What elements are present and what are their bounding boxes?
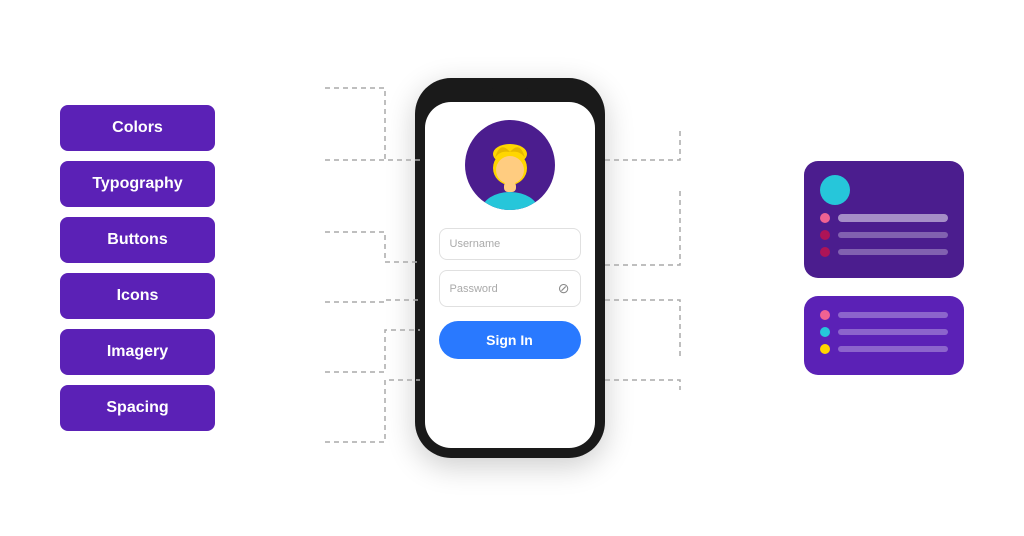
password-input[interactable]: Password ⊘ bbox=[439, 270, 581, 307]
spacing-button[interactable]: Spacing bbox=[60, 385, 215, 431]
username-placeholder: Username bbox=[450, 238, 501, 250]
row-bar-1 bbox=[838, 214, 948, 222]
left-panel: Colors Typography Buttons Icons Imagery … bbox=[60, 105, 215, 431]
teal-dot-c2 bbox=[820, 327, 830, 337]
dark-pink-dot-2 bbox=[820, 247, 830, 257]
password-placeholder: Password bbox=[450, 283, 498, 295]
avatar-illustration bbox=[470, 130, 550, 210]
phone-frame: Username Password ⊘ Sign In bbox=[415, 78, 605, 458]
right-panel bbox=[804, 161, 964, 375]
c2-bar-3 bbox=[838, 346, 948, 352]
row-bar-3 bbox=[838, 249, 948, 255]
pink-dot-c2 bbox=[820, 310, 830, 320]
colors-button[interactable]: Colors bbox=[60, 105, 215, 151]
card1-header-row bbox=[820, 175, 948, 205]
main-container: .dline { stroke: #aaa; stroke-width: 1.5… bbox=[0, 0, 1024, 536]
buttons-button[interactable]: Buttons bbox=[60, 217, 215, 263]
imagery-button[interactable]: Imagery bbox=[60, 329, 215, 375]
phone-notch bbox=[490, 88, 530, 96]
phone-screen: Username Password ⊘ Sign In bbox=[425, 102, 595, 448]
pink-dot-1 bbox=[820, 213, 830, 223]
card2-row-2 bbox=[820, 327, 948, 337]
teal-circle bbox=[820, 175, 850, 205]
sign-in-button[interactable]: Sign In bbox=[439, 321, 581, 359]
card2-row-3 bbox=[820, 344, 948, 354]
c2-bar-1 bbox=[838, 312, 948, 318]
design-card-1 bbox=[804, 161, 964, 278]
eye-icon[interactable]: ⊘ bbox=[558, 280, 570, 297]
avatar bbox=[465, 120, 555, 210]
card1-row-1 bbox=[820, 213, 948, 223]
card2-row-1 bbox=[820, 310, 948, 320]
row-bar-2 bbox=[838, 232, 948, 238]
dark-pink-dot bbox=[820, 230, 830, 240]
icons-button[interactable]: Icons bbox=[60, 273, 215, 319]
c2-bar-2 bbox=[838, 329, 948, 335]
design-card-2 bbox=[804, 296, 964, 375]
card1-row-2 bbox=[820, 230, 948, 240]
username-input[interactable]: Username bbox=[439, 228, 581, 260]
typography-button[interactable]: Typography bbox=[60, 161, 215, 207]
phone-mockup: Username Password ⊘ Sign In bbox=[415, 78, 605, 458]
yellow-dot-c2 bbox=[820, 344, 830, 354]
card1-row-3 bbox=[820, 247, 948, 257]
